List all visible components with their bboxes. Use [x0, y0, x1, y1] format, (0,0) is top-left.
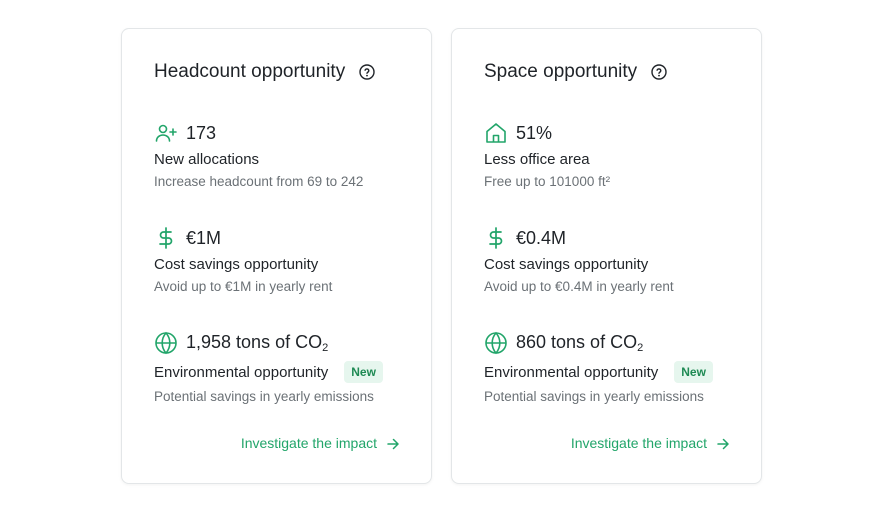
new-badge: New: [344, 361, 383, 383]
metric-label: Environmental opportunity New: [484, 361, 713, 383]
metric-label-text: Environmental opportunity: [154, 363, 329, 381]
metric-value: 1,958 tons of CO2: [186, 332, 328, 354]
card-title: Headcount opportunity: [154, 61, 375, 83]
co2-text: 860 tons of CO: [516, 332, 638, 352]
co2-subscript: 2: [637, 342, 644, 354]
investigate-impact-link[interactable]: Investigate the impact: [571, 435, 729, 451]
metric-value: 51%: [516, 122, 553, 143]
metric-desc: Avoid up to €0.4M in yearly rent: [484, 279, 674, 294]
metric-desc: Free up to 101000 ft²: [484, 174, 611, 189]
space-opportunity-card: Space opportunity 51% Less office area F…: [451, 28, 762, 484]
help-circle-icon[interactable]: [359, 64, 375, 80]
help-circle-icon[interactable]: [651, 64, 667, 80]
arrow-right-icon: [387, 437, 399, 450]
cta-label: Investigate the impact: [240, 435, 377, 451]
globe-icon: [484, 331, 508, 355]
metric-value: €1M: [186, 227, 222, 248]
metric-environmental: 1,958 tons of CO2 Environmental opportun…: [154, 331, 383, 404]
metric-label: Cost savings opportunity: [154, 256, 319, 273]
metric-cost-savings: €1M Cost savings opportunity Avoid up to…: [154, 226, 332, 294]
metric-new-allocations: 173 New allocations Increase headcount f…: [154, 121, 364, 190]
metric-label: Less office area: [484, 151, 590, 168]
metric-value: 860 tons of CO2: [516, 332, 643, 354]
cta-label: Investigate the impact: [570, 435, 707, 451]
home-icon: [484, 121, 508, 145]
metric-desc: Potential savings in yearly emissions: [154, 389, 374, 404]
metric-label: New allocations: [154, 151, 260, 168]
dollar-icon: [154, 226, 178, 250]
metric-cost-savings: €0.4M Cost savings opportunity Avoid up …: [484, 226, 674, 294]
metric-label-text: Environmental opportunity: [484, 363, 659, 381]
card-title-text: Headcount opportunity: [154, 61, 346, 82]
metric-desc: Potential savings in yearly emissions: [484, 389, 704, 404]
metric-office-area: 51% Less office area Free up to 101000 f…: [484, 121, 611, 190]
investigate-impact-link[interactable]: Investigate the impact: [241, 435, 399, 451]
new-badge: New: [674, 361, 713, 383]
dollar-icon: [484, 226, 508, 250]
metric-label: Environmental opportunity New: [154, 361, 383, 383]
co2-text: 1,958 tons of CO: [186, 332, 323, 352]
metric-label: Cost savings opportunity: [484, 256, 649, 273]
co2-subscript: 2: [322, 342, 329, 354]
globe-icon: [154, 331, 178, 355]
card-title-text: Space opportunity: [484, 61, 638, 82]
metric-desc: Avoid up to €1M in yearly rent: [154, 279, 333, 294]
metric-environmental: 860 tons of CO2 Environmental opportunit…: [484, 331, 713, 404]
metric-desc: Increase headcount from 69 to 242: [154, 174, 364, 189]
metric-value: 173: [186, 122, 217, 143]
headcount-opportunity-card: Headcount opportunity 173 New allocation…: [121, 28, 432, 484]
card-title: Space opportunity: [484, 61, 667, 83]
arrow-right-icon: [717, 437, 729, 450]
metric-value: €0.4M: [516, 227, 567, 248]
user-plus-icon: [154, 121, 178, 145]
